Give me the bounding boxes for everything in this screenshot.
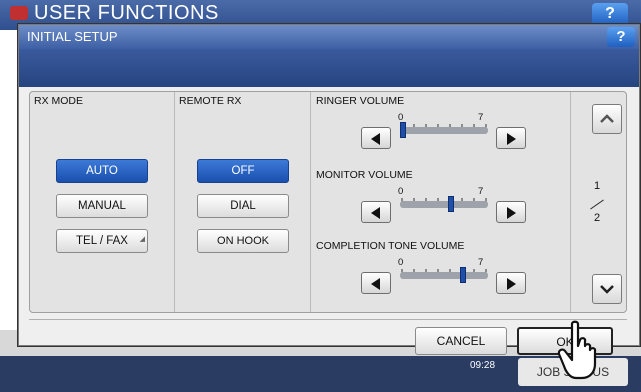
page-up-button[interactable]: [592, 104, 622, 134]
remote-rx-on-hook-button[interactable]: ON HOOK: [197, 229, 289, 253]
remote-rx-dial-button[interactable]: DIAL: [197, 194, 289, 218]
monitor-volume-decrease-button[interactable]: [361, 201, 391, 223]
completion-tone-volume-slider[interactable]: 0 7: [398, 257, 490, 283]
background-title: USER FUNCTIONS: [34, 2, 219, 24]
column-divider: [570, 92, 571, 312]
settings-panel: RX MODE AUTO MANUAL TEL / FAX ◢ REMOTE R…: [29, 91, 627, 313]
ringer-volume-slider[interactable]: 0 7: [398, 112, 490, 138]
dialog-help-button[interactable]: ?: [607, 27, 635, 47]
column-divider: [310, 92, 311, 312]
right-arrow-icon: [507, 207, 516, 219]
rx-mode-telfax-button[interactable]: TEL / FAX ◢: [56, 229, 148, 253]
slider-max-label: 7: [478, 112, 484, 123]
slider-thumb[interactable]: [460, 267, 466, 283]
page-total: 2: [593, 212, 601, 224]
completion-tone-volume-label: COMPLETION TONE VOLUME: [316, 240, 465, 252]
ringer-volume-label: RINGER VOLUME: [316, 95, 405, 107]
rx-mode-telfax-label: TEL / FAX: [76, 235, 128, 247]
left-arrow-icon: [371, 133, 380, 145]
footer-divider: [29, 319, 627, 320]
page-down-button[interactable]: [592, 274, 622, 304]
right-arrow-icon: [507, 278, 516, 290]
page-current: 1: [593, 180, 601, 192]
remote-rx-off-button[interactable]: OFF: [197, 159, 289, 183]
slider-max-label: 7: [478, 186, 484, 197]
rx-mode-auto-button[interactable]: AUTO: [56, 159, 148, 183]
chevron-up-icon: [600, 114, 614, 123]
cancel-button[interactable]: CANCEL: [415, 327, 507, 355]
left-arrow-icon: [371, 207, 380, 219]
dialog-title: INITIAL SETUP: [27, 29, 118, 44]
dialog-band: [19, 49, 639, 87]
pointer-hand-icon: [557, 320, 597, 380]
left-arrow-icon: [371, 278, 380, 290]
rx-mode-manual-button[interactable]: MANUAL: [56, 194, 148, 218]
monitor-volume-label: MONITOR VOLUME: [316, 169, 413, 181]
dialog-header: INITIAL SETUP ?: [19, 25, 639, 49]
slider-thumb[interactable]: [400, 122, 406, 138]
initial-setup-dialog: INITIAL SETUP ? RX MODE AUTO MANUAL TEL …: [18, 24, 640, 355]
monitor-volume-increase-button[interactable]: [496, 201, 526, 223]
user-functions-icon: [10, 6, 28, 20]
rx-mode-label: RX MODE: [34, 95, 84, 107]
column-divider: [174, 92, 175, 312]
ringer-volume-increase-button[interactable]: [496, 127, 526, 149]
slider-thumb[interactable]: [448, 196, 454, 212]
clock: 09:28: [470, 360, 496, 371]
completion-tone-decrease-button[interactable]: [361, 272, 391, 294]
submenu-indicator-icon: ◢: [139, 236, 145, 243]
slider-min-label: 0: [398, 257, 404, 268]
ringer-volume-decrease-button[interactable]: [361, 127, 391, 149]
slider-track: [400, 201, 488, 208]
page-divider: [590, 199, 604, 210]
completion-tone-increase-button[interactable]: [496, 272, 526, 294]
remote-rx-label: REMOTE RX: [179, 95, 242, 107]
slider-min-label: 0: [398, 186, 404, 197]
background-help-button[interactable]: ?: [592, 3, 628, 25]
right-arrow-icon: [507, 133, 516, 145]
slider-track: [400, 127, 488, 134]
slider-max-label: 7: [478, 257, 484, 268]
chevron-down-icon: [600, 285, 614, 294]
monitor-volume-slider[interactable]: 0 7: [398, 186, 490, 212]
slider-track: [400, 272, 488, 279]
